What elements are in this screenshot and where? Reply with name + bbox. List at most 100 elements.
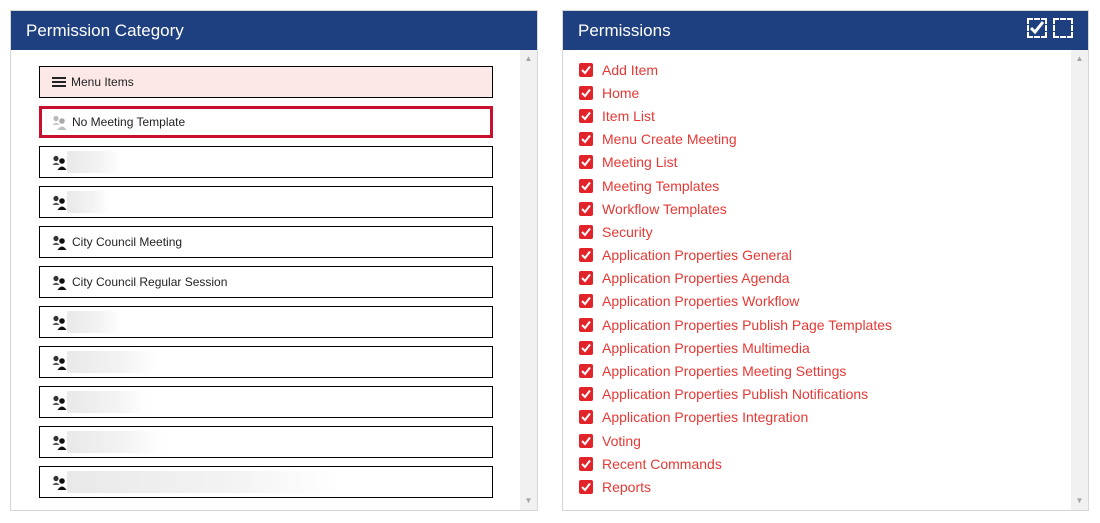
permission-item: Application Properties General — [579, 244, 892, 267]
permission-checkbox[interactable] — [579, 132, 593, 147]
permission-item: Application Properties Integration — [579, 406, 892, 429]
people-icon — [52, 475, 67, 490]
people-icon — [52, 235, 67, 250]
permission-category-body: Menu Items No Meeting Template City Coun… — [11, 50, 537, 510]
permission-label[interactable]: Add Item — [602, 62, 658, 78]
category-item[interactable] — [39, 346, 493, 378]
redacted-label — [67, 191, 109, 213]
permission-checkbox[interactable] — [579, 479, 593, 494]
permission-label[interactable]: Home — [602, 85, 639, 101]
permission-item: Home — [579, 81, 892, 104]
permission-label[interactable]: Application Properties General — [602, 247, 792, 263]
redacted-label — [67, 431, 163, 453]
category-item-label: No Meeting Template — [72, 115, 186, 129]
permissions-body: Add Item Home Item List Menu Create Meeting… — [563, 50, 1088, 510]
permission-checkbox[interactable] — [579, 62, 593, 77]
permission-label[interactable]: Recent Commands — [602, 456, 722, 472]
people-icon — [52, 115, 67, 130]
people-icon — [52, 155, 67, 170]
permission-list: Add Item Home Item List Menu Create Meeting… — [579, 58, 892, 499]
category-item-label: Menu Items — [71, 75, 134, 89]
category-item-label: City Council Regular Session — [72, 275, 228, 289]
permission-item: Application Properties Publish Notificat… — [579, 383, 892, 406]
permission-label[interactable]: Application Properties Integration — [602, 409, 808, 425]
permission-category-panel: Permission Category Menu Items No Meetin… — [10, 10, 538, 511]
category-scrollbar[interactable]: ▲ ▼ — [520, 50, 537, 510]
permissions-scrollbar[interactable]: ▲ ▼ — [1071, 50, 1088, 510]
scroll-up-icon[interactable]: ▲ — [1071, 52, 1088, 66]
check-all-icon[interactable] — [1027, 18, 1047, 38]
permission-item: Application Properties Workflow — [579, 290, 892, 313]
permission-item: Application Properties Agenda — [579, 267, 892, 290]
permission-checkbox[interactable] — [579, 201, 593, 216]
permission-checkbox[interactable] — [579, 224, 593, 239]
permission-checkbox[interactable] — [579, 178, 593, 193]
permission-label[interactable]: Workflow Templates — [602, 201, 727, 217]
permission-item: Application Properties Multimedia — [579, 336, 892, 359]
scroll-down-icon[interactable]: ▼ — [520, 494, 537, 508]
redacted-label — [67, 391, 147, 413]
people-icon — [52, 315, 67, 330]
permission-item: Application Properties Meeting Settings — [579, 359, 892, 382]
category-item[interactable]: City Council Regular Session — [39, 266, 493, 298]
permission-checkbox[interactable] — [579, 294, 593, 309]
category-item[interactable]: No Meeting Template — [39, 106, 493, 138]
permission-checkbox[interactable] — [579, 108, 593, 123]
permission-label[interactable]: Application Properties Publish Notificat… — [602, 386, 868, 402]
uncheck-all-icon[interactable] — [1053, 18, 1073, 38]
category-item[interactable] — [39, 306, 493, 338]
permission-checkbox[interactable] — [579, 155, 593, 170]
permission-label[interactable]: Reports — [602, 479, 651, 495]
permission-label[interactable]: Meeting List — [602, 154, 677, 170]
people-icon — [52, 195, 67, 210]
permission-label[interactable]: Application Properties Meeting Settings — [602, 363, 846, 379]
redacted-label — [67, 311, 121, 333]
permission-checkbox[interactable] — [579, 456, 593, 471]
permission-checkbox[interactable] — [579, 317, 593, 332]
category-item[interactable] — [39, 426, 493, 458]
permission-label[interactable]: Voting — [602, 433, 641, 449]
permission-label[interactable]: Application Properties Publish Page Temp… — [602, 317, 892, 333]
permission-label[interactable]: Security — [602, 224, 653, 240]
category-item[interactable] — [39, 186, 493, 218]
permission-item: Application Properties Publish Page Temp… — [579, 313, 892, 336]
permission-item: Voting — [579, 429, 892, 452]
permission-item: Reports — [579, 475, 892, 498]
category-item[interactable] — [39, 466, 493, 498]
hamburger-menu-icon — [52, 77, 66, 87]
category-item[interactable] — [39, 146, 493, 178]
permission-label[interactable]: Application Properties Agenda — [602, 270, 790, 286]
permission-item: Menu Create Meeting — [579, 128, 892, 151]
permission-category-header: Permission Category — [11, 11, 537, 50]
people-icon — [52, 355, 67, 370]
scroll-up-icon[interactable]: ▲ — [520, 52, 537, 66]
permission-label[interactable]: Application Properties Workflow — [602, 293, 799, 309]
permission-checkbox[interactable] — [579, 433, 593, 448]
permissions-title: Permissions — [578, 21, 671, 40]
category-item-label: City Council Meeting — [72, 235, 183, 249]
permission-item: Add Item — [579, 58, 892, 81]
permission-checkbox[interactable] — [579, 387, 593, 402]
category-item[interactable]: City Council Meeting — [39, 226, 493, 258]
permission-label[interactable]: Application Properties Multimedia — [602, 340, 810, 356]
permission-label[interactable]: Meeting Templates — [602, 178, 719, 194]
permission-checkbox[interactable] — [579, 85, 593, 100]
category-list: Menu Items No Meeting Template City Coun… — [39, 66, 493, 506]
permission-checkbox[interactable] — [579, 248, 593, 263]
permission-label[interactable]: Menu Create Meeting — [602, 131, 737, 147]
permission-label[interactable]: Item List — [602, 108, 655, 124]
permission-checkbox[interactable] — [579, 364, 593, 379]
redacted-label — [67, 471, 339, 493]
permission-item: Recent Commands — [579, 452, 892, 475]
permission-checkbox[interactable] — [579, 340, 593, 355]
header-icon-group — [1027, 18, 1073, 38]
scroll-down-icon[interactable]: ▼ — [1071, 494, 1088, 508]
category-item[interactable] — [39, 386, 493, 418]
permission-item: Security — [579, 220, 892, 243]
permission-checkbox[interactable] — [579, 410, 593, 425]
permission-category-title: Permission Category — [26, 21, 184, 40]
permission-item: Item List — [579, 104, 892, 127]
permission-checkbox[interactable] — [579, 271, 593, 286]
people-icon — [52, 435, 67, 450]
category-item-menu-items[interactable]: Menu Items — [39, 66, 493, 98]
